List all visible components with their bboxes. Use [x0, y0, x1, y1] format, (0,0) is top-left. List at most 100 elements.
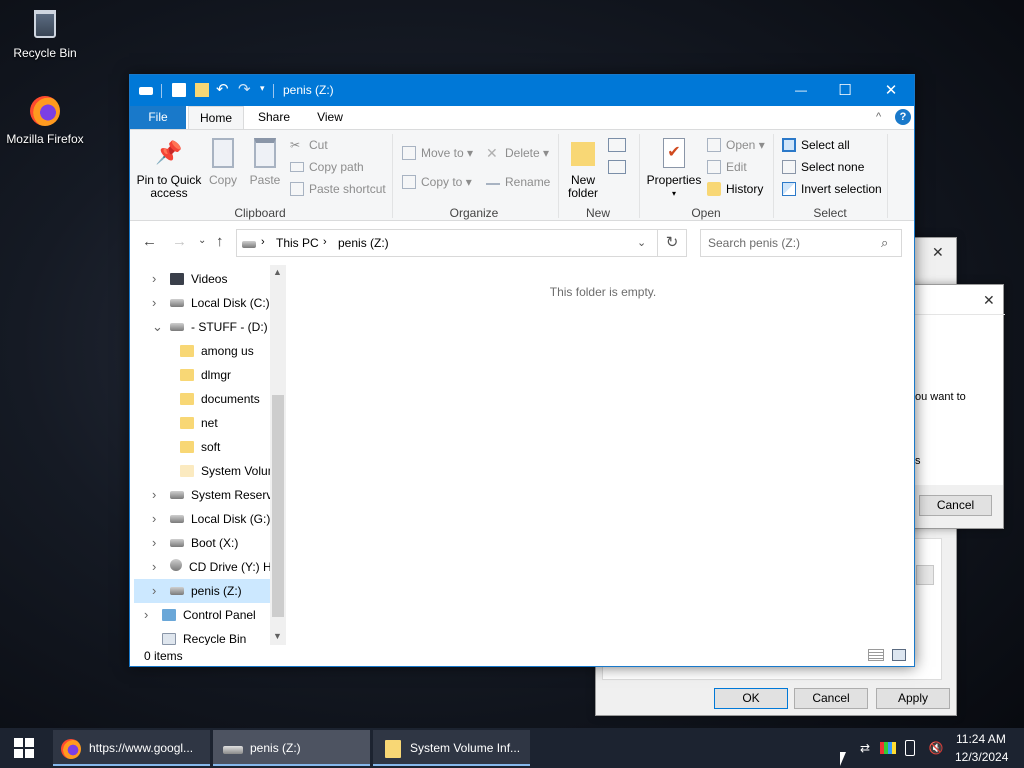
tab-share[interactable]: Share [246, 106, 302, 129]
nav-item[interactable]: › Local Disk (G:) [134, 507, 274, 531]
taskbar-item-firefox[interactable]: https://www.googl... [53, 730, 210, 766]
chevron-right-icon[interactable]: › [152, 555, 156, 579]
new-folder-button[interactable]: New folder [562, 138, 604, 200]
open-button[interactable]: Open ▾ [707, 135, 765, 155]
search-input[interactable]: Search penis (Z:) [708, 236, 800, 250]
nav-item[interactable]: › Boot (X:) [134, 531, 274, 555]
nav-scrollbar-thumb[interactable] [272, 395, 284, 617]
chevron-right-icon[interactable]: › [152, 267, 156, 291]
volume-muted-icon[interactable]: 🔇 [928, 740, 944, 756]
edit-button[interactable]: Edit [707, 157, 747, 177]
taskbar-item-system-volume[interactable]: System Volume Inf... [373, 730, 530, 766]
undo-icon[interactable]: ↶ [216, 80, 229, 98]
chevron-right-icon[interactable]: › [152, 531, 156, 555]
display-icon[interactable] [880, 742, 896, 754]
redo-icon[interactable]: ↷ [238, 80, 251, 98]
search-box[interactable]: Search penis (Z:) ⌕ [700, 229, 902, 257]
network-icon[interactable]: ⇄ [857, 740, 873, 756]
nav-item-label: Recycle Bin [183, 632, 247, 645]
recent-locations-button[interactable]: ⌄ [198, 235, 206, 246]
collapse-ribbon-icon[interactable]: ^ [876, 111, 881, 123]
select-none-button[interactable]: Select none [782, 157, 864, 177]
back-button[interactable]: ← [142, 233, 157, 250]
title-bar[interactable]: ↶ ↷ ▾ penis (Z:) — ☐ ✕ [130, 75, 914, 106]
chevron-right-icon[interactable]: › [152, 507, 156, 531]
tab-view[interactable]: View [302, 106, 358, 129]
scroll-down-icon[interactable]: ▼ [273, 631, 282, 641]
easy-access-icon[interactable] [608, 160, 626, 174]
usb-drive-icon[interactable] [905, 740, 915, 756]
move-to-label: Move to [421, 146, 464, 160]
minimize-button[interactable]: — [778, 75, 824, 106]
file-list[interactable]: This folder is empty. [287, 265, 914, 643]
refresh-button[interactable]: ↻ [657, 229, 687, 257]
nav-item[interactable]: Recycle Bin [134, 627, 274, 645]
properties-check-icon[interactable] [172, 83, 186, 97]
large-icons-view-icon[interactable] [892, 649, 906, 661]
delete-button[interactable]: ✕ Delete ▾ [486, 143, 549, 163]
tab-home[interactable]: Home [188, 106, 244, 129]
nav-item[interactable]: ⌄ - STUFF - (D:) [134, 315, 274, 339]
desktop-icon-recycle-bin[interactable]: Recycle Bin [0, 8, 90, 60]
clock-time[interactable]: 11:24 AM [956, 732, 1006, 746]
copy-to-button[interactable]: Copy to ▾ [402, 172, 472, 192]
paste-icon [254, 138, 276, 168]
copy-button[interactable]: Copy [204, 138, 242, 187]
tab-file[interactable]: File [130, 106, 186, 129]
chevron-right-icon[interactable]: › [152, 579, 156, 603]
scroll-up-icon[interactable]: ▲ [273, 267, 282, 277]
close-icon[interactable]: ✕ [932, 244, 944, 261]
ok-button[interactable]: OK [714, 688, 788, 709]
properties-button[interactable]: ✔ Properties ▾ [644, 138, 704, 200]
apply-button[interactable]: Apply [876, 688, 950, 709]
copy-path-button[interactable]: Copy path [290, 157, 364, 177]
details-view-icon[interactable] [868, 649, 884, 661]
address-bar[interactable]: › This PC › penis (Z:) ⌄ [236, 229, 658, 257]
maximize-button[interactable]: ☐ [822, 75, 868, 106]
desktop-icon-firefox[interactable]: Mozilla Firefox [0, 95, 90, 146]
forward-button[interactable]: → [172, 233, 187, 250]
history-button[interactable]: History [707, 179, 763, 199]
nav-item[interactable]: System Volume Information [134, 459, 274, 483]
chevron-down-icon[interactable]: ⌄ [152, 315, 163, 339]
start-button[interactable] [0, 728, 48, 768]
close-icon[interactable]: ✕ [983, 292, 995, 309]
nav-item[interactable]: among us [134, 339, 274, 363]
chevron-right-icon[interactable]: › [152, 483, 156, 507]
up-button[interactable]: ↑ [216, 233, 224, 250]
cut-button[interactable]: ✂ Cut [290, 135, 328, 155]
nav-item[interactable]: › penis (Z:) [134, 579, 274, 603]
cancel-button[interactable]: Cancel [794, 688, 868, 709]
new-item-icon[interactable] [608, 138, 626, 152]
chevron-down-icon[interactable]: ⌄ [637, 236, 646, 249]
nav-item[interactable]: › CD Drive (Y:) H [134, 555, 274, 579]
nav-item[interactable]: › Local Disk (C:) [134, 291, 274, 315]
close-button[interactable]: ✕ [868, 75, 914, 106]
invert-selection-button[interactable]: Invert selection [782, 179, 882, 199]
nav-item[interactable]: documents [134, 387, 274, 411]
breadcrumb-current[interactable]: penis (Z:) [338, 236, 389, 250]
nav-item[interactable]: dlmgr [134, 363, 274, 387]
cancel-button[interactable]: Cancel [919, 495, 992, 516]
taskbar-item-explorer-z[interactable]: penis (Z:) [213, 730, 370, 766]
taskbar: https://www.googl... penis (Z:) System V… [0, 728, 1024, 768]
new-folder-icon[interactable] [195, 83, 209, 97]
chevron-right-icon[interactable]: › [152, 291, 156, 315]
help-icon[interactable]: ? [895, 109, 911, 125]
nav-item[interactable]: soft [134, 435, 274, 459]
clock-date[interactable]: 12/3/2024 [955, 750, 1008, 764]
chevron-right-icon[interactable]: › [144, 603, 148, 627]
paste-shortcut-button[interactable]: Paste shortcut [290, 179, 386, 199]
select-all-button[interactable]: Select all [782, 135, 850, 155]
customize-toolbar-icon[interactable]: ▾ [260, 83, 265, 94]
paste-button[interactable]: Paste [246, 138, 284, 187]
move-to-button[interactable]: Move to ▾ [402, 143, 473, 163]
nav-item[interactable]: › Videos [134, 267, 274, 291]
nav-item[interactable]: net [134, 411, 274, 435]
nav-item[interactable]: › System Reserved [134, 483, 274, 507]
rename-button[interactable]: Rename [486, 172, 550, 192]
pin-to-quick-access-button[interactable]: 📌 Pin to Quick access [136, 138, 202, 200]
nav-item[interactable]: › Control Panel [134, 603, 274, 627]
breadcrumb-this-pc[interactable]: This PC [276, 236, 319, 250]
navigation-pane[interactable]: › Videos › Local Disk (C:) ⌄ - STUFF - (D:) am… [130, 265, 286, 645]
